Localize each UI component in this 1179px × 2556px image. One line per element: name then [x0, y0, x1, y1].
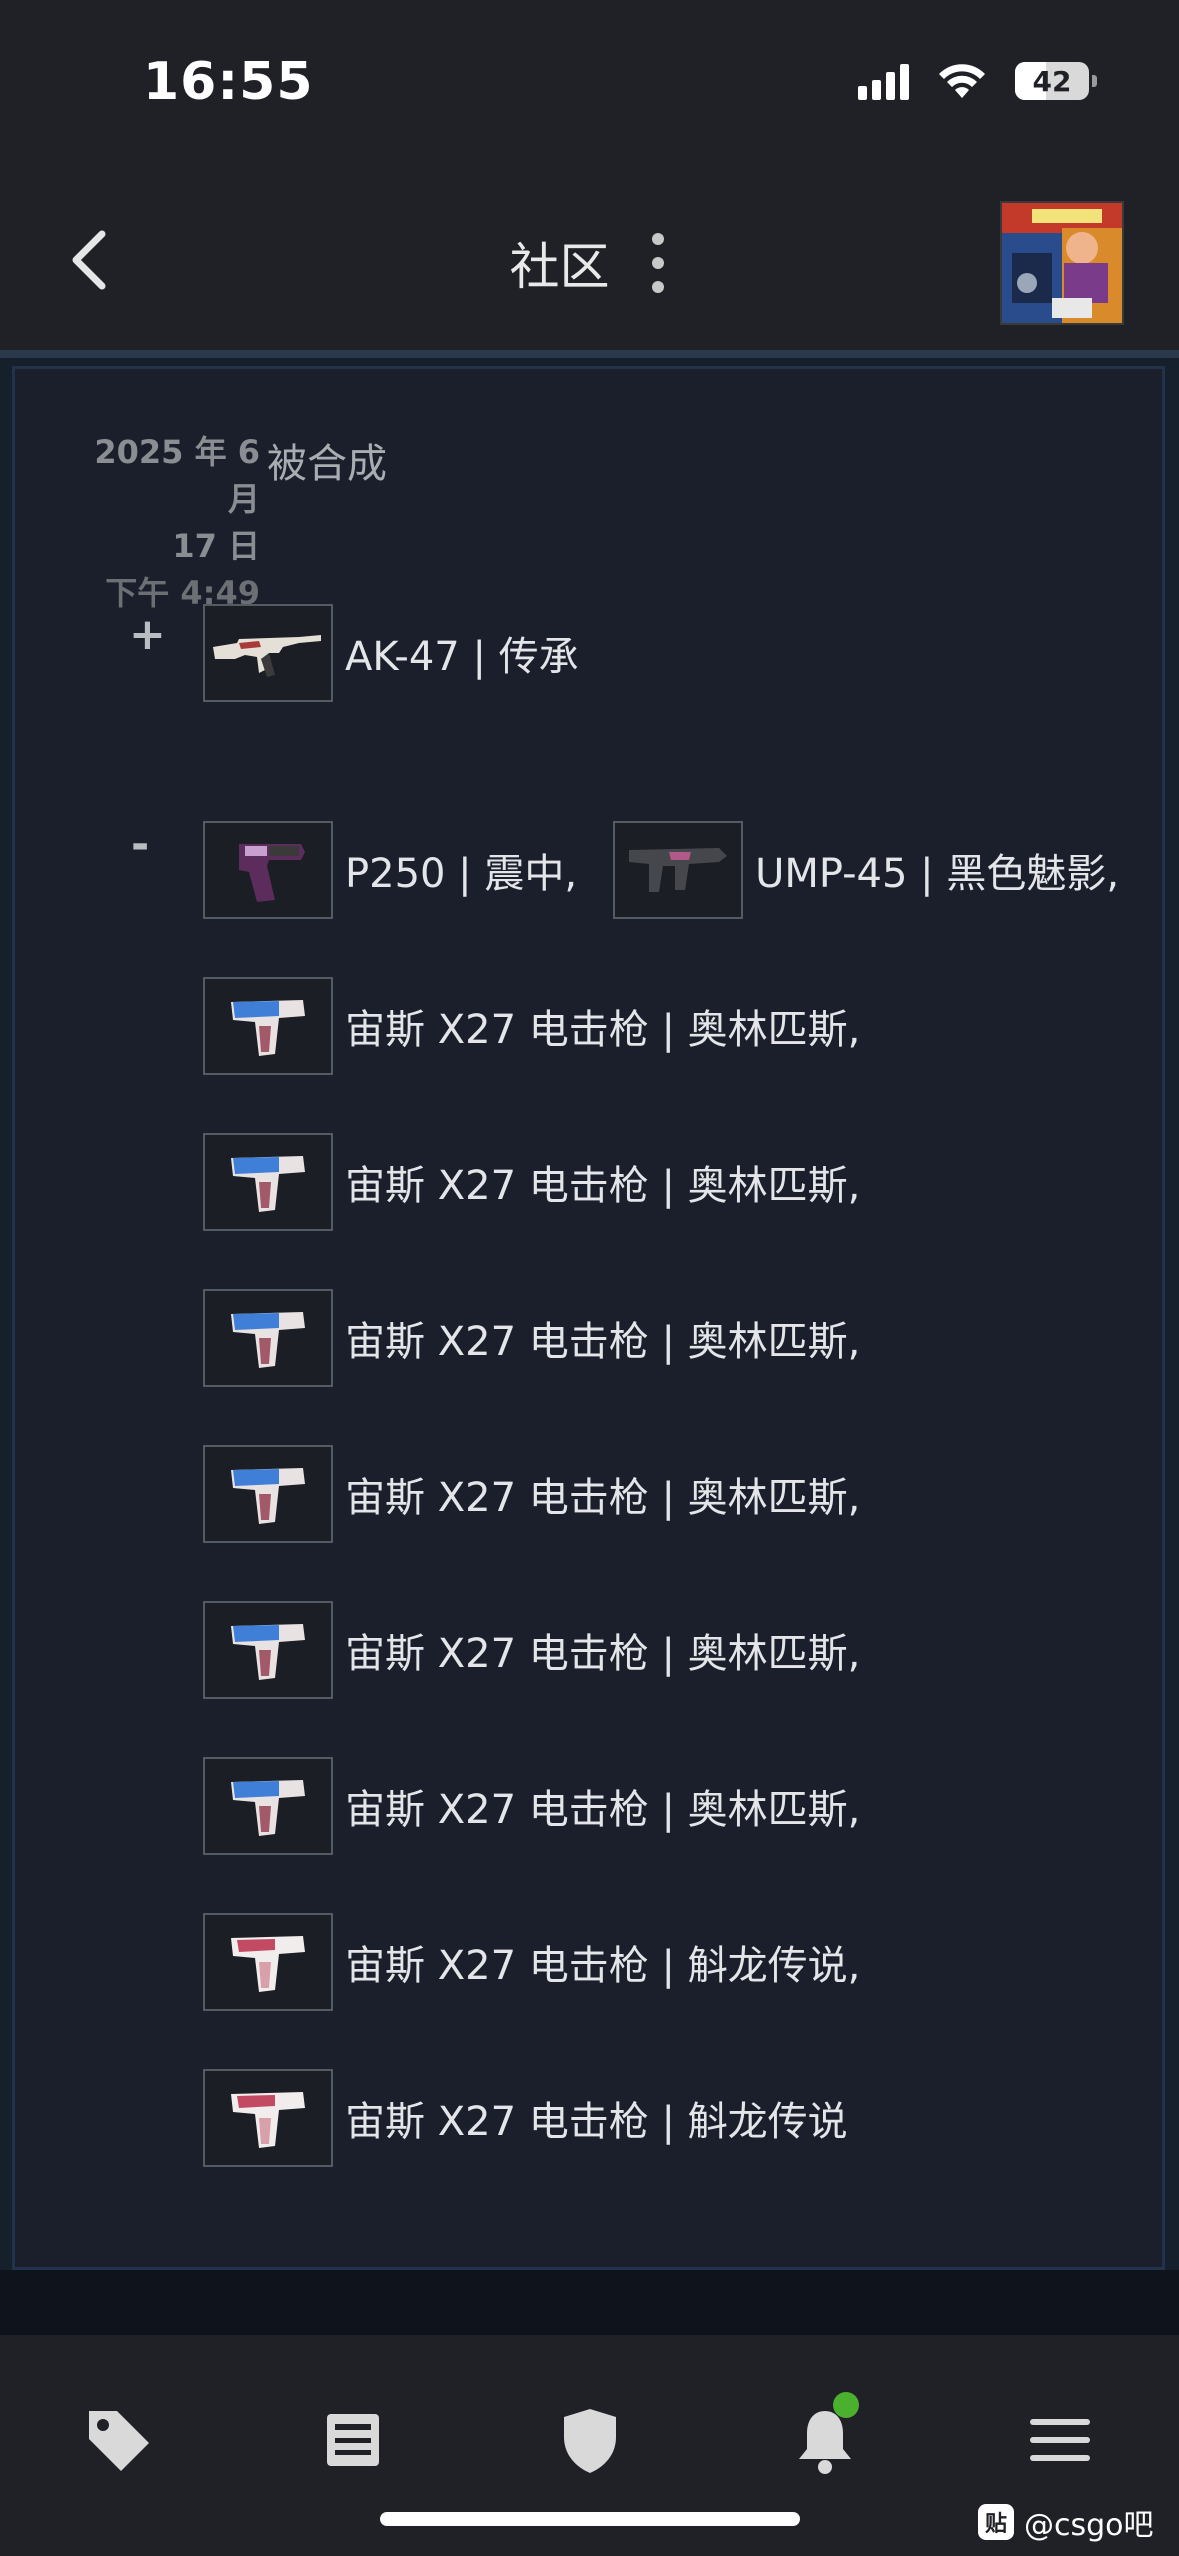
battery-level: 42: [1032, 65, 1072, 98]
item-label: P250 | 震中,: [345, 851, 578, 897]
news-icon: [327, 2414, 379, 2466]
list-item[interactable]: 宙斯 X27 电击枪 | 奥林匹斯,: [203, 1287, 860, 1389]
entry-date-line2: 17 日: [172, 527, 260, 565]
status-bar: 16:55 42: [0, 0, 1179, 175]
item-label: 宙斯 X27 电击枪 | 奥林匹斯,: [345, 1475, 861, 1521]
zeus-x27-icon: [203, 2069, 333, 2167]
tab-store[interactable]: [78, 2400, 158, 2480]
tag-icon: [89, 2411, 149, 2471]
list-item[interactable]: 宙斯 X27 电击枪 | 奥林匹斯,: [203, 1443, 860, 1545]
list-item[interactable]: 宙斯 X27 电击枪 | 斛龙传说,: [203, 1911, 860, 2013]
zeus-x27-icon: [203, 1133, 333, 1231]
zeus-x27-icon: [203, 1913, 333, 2011]
item-label: 宙斯 X27 电击枪 | 奥林匹斯,: [345, 1007, 861, 1053]
notification-dot: [833, 2392, 859, 2418]
watermark: 贴 @csgo吧: [978, 2500, 1154, 2544]
list-item[interactable]: 宙斯 X27 电击枪 | 奥林匹斯,: [203, 1755, 860, 1857]
zeus-x27-icon: [203, 1445, 333, 1543]
list-item[interactable]: AK-47 | 传承: [203, 602, 579, 704]
item-label: AK-47 | 传承: [345, 634, 579, 680]
tab-news[interactable]: [313, 2400, 393, 2480]
home-indicator[interactable]: [380, 2512, 800, 2526]
status-time: 16:55: [143, 52, 314, 112]
wifi-icon: [939, 64, 985, 98]
list-item[interactable]: 宙斯 X27 电击枪 | 斛龙传说: [203, 2067, 848, 2169]
list-item[interactable]: P250 | 震中, UMP-45 | 黑色魅影,: [203, 819, 1119, 921]
tab-guard[interactable]: [550, 2400, 630, 2480]
content-bottom: [0, 2270, 1179, 2335]
removed-sign: -: [131, 819, 150, 870]
zeus-x27-icon: [203, 1601, 333, 1699]
more-options-icon[interactable]: [648, 233, 668, 293]
nav-bar: 社区: [0, 175, 1179, 350]
battery-icon: 42: [1015, 62, 1097, 100]
zeus-x27-icon: [203, 1289, 333, 1387]
item-label: 宙斯 X27 电击枪 | 斛龙传说,: [345, 1943, 861, 1989]
p250-icon: [203, 821, 333, 919]
menu-icon: [1030, 2419, 1090, 2461]
tieba-icon: 贴: [978, 2504, 1014, 2540]
tab-menu[interactable]: [1020, 2400, 1100, 2480]
divider: [0, 350, 1179, 358]
item-label: 宙斯 X27 电击枪 | 斛龙传说: [345, 2099, 848, 2145]
entry-action: 被合成: [267, 441, 387, 487]
ak47-icon: [203, 604, 333, 702]
avatar[interactable]: [1000, 201, 1124, 325]
added-sign: +: [129, 609, 166, 660]
item-label: UMP-45 | 黑色魅影,: [755, 851, 1120, 897]
list-item[interactable]: 宙斯 X27 电击枪 | 奥林匹斯,: [203, 1599, 860, 1701]
shield-icon: [564, 2409, 616, 2473]
list-item[interactable]: 宙斯 X27 电击枪 | 奥林匹斯,: [203, 975, 860, 1077]
entry-date-line1: 2025 年 6 月: [94, 433, 260, 518]
status-icons: 42: [858, 62, 1097, 100]
watermark-text: @csgo吧: [1024, 2508, 1154, 2543]
entry-date: 2025 年 6 月 17 日 下午 4:49: [55, 429, 260, 617]
item-label: 宙斯 X27 电击枪 | 奥林匹斯,: [345, 1631, 861, 1677]
list-item[interactable]: 宙斯 X27 电击枪 | 奥林匹斯,: [203, 1131, 860, 1233]
cellular-signal-icon: [858, 62, 909, 100]
item-label: 宙斯 X27 电击枪 | 奥林匹斯,: [345, 1787, 861, 1833]
tab-notifications[interactable]: [785, 2392, 865, 2480]
zeus-x27-icon: [203, 1757, 333, 1855]
item-label: 宙斯 X27 电击枪 | 奥林匹斯,: [345, 1163, 861, 1209]
ump45-icon: [613, 821, 744, 919]
item-label: 宙斯 X27 电击枪 | 奥林匹斯,: [345, 1319, 861, 1365]
history-entry-card: 2025 年 6 月 17 日 下午 4:49 被合成 + AK-47 | 传承…: [12, 366, 1165, 2270]
zeus-x27-icon: [203, 977, 333, 1075]
